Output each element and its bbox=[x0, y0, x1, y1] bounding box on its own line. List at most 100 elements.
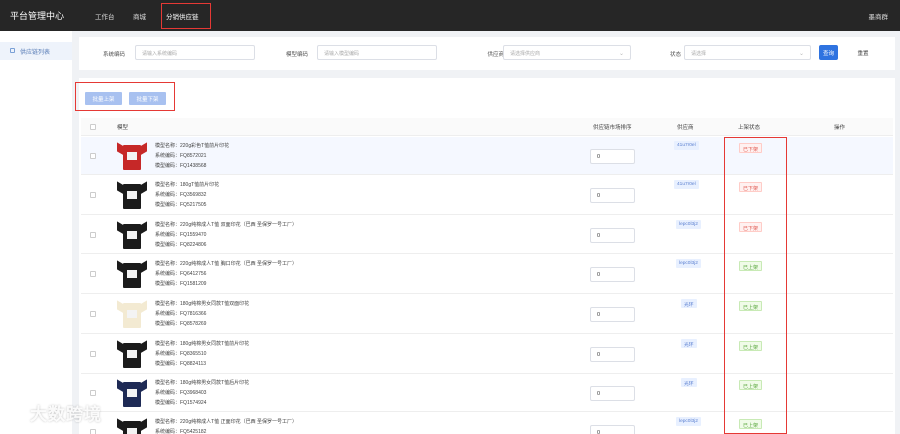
model-code-label: 模型编码 bbox=[285, 52, 308, 58]
row-checkbox[interactable] bbox=[90, 390, 96, 396]
supplier-label: 供应商 bbox=[487, 52, 504, 58]
system-code: 系统编码：FQ5425182 bbox=[155, 429, 207, 434]
tee-print bbox=[127, 389, 137, 397]
reset-button[interactable]: 重置 bbox=[853, 45, 873, 60]
status-label: 状态 bbox=[669, 52, 681, 58]
tee-print bbox=[127, 191, 137, 199]
nav-item-mall[interactable]: 商城 bbox=[133, 11, 146, 21]
sort-input[interactable]: 0 bbox=[590, 227, 635, 243]
model-info: 模型名称：220g彩色T恤前片印花 系统编码：FQ8572021 模型编码：FQ14… bbox=[155, 141, 229, 171]
model-code: 模型编码：FQ5217505 bbox=[155, 202, 207, 208]
supplier-tag: 光环 bbox=[681, 299, 697, 308]
system-code: 系统编码：FQ7816366 bbox=[155, 311, 207, 317]
model-info: 模型名称：220g纯棉成人T恤 正面印花（巴西 圣保罗一号工厂） 系统编码：FQ5… bbox=[155, 417, 297, 434]
model-code-input[interactable]: 请输入模型编码 bbox=[317, 45, 437, 60]
sort-input[interactable]: 0 bbox=[590, 267, 635, 282]
status-select[interactable]: 请选择 ⌄ bbox=[684, 45, 811, 60]
model-info: 模型名称：180gT恤前片印花 系统编码：FQ3569832 模型编码：FQ5217… bbox=[155, 180, 219, 210]
row-checkbox[interactable] bbox=[90, 311, 96, 317]
system-code: 系统编码：FQ8572021 bbox=[155, 153, 207, 159]
query-button[interactable]: 查询 bbox=[819, 45, 838, 60]
status-placeholder: 请选择 bbox=[691, 51, 707, 57]
user-name[interactable]: 墨商群 bbox=[869, 11, 889, 21]
model-name: 模型名称：180g纯棉男女同款T恤后片印花 bbox=[155, 380, 250, 386]
row-checkbox[interactable] bbox=[90, 231, 96, 238]
batch-on-button[interactable]: 批量上架 bbox=[85, 92, 122, 105]
product-thumbnail bbox=[117, 181, 147, 209]
row-checkbox[interactable] bbox=[90, 192, 96, 198]
supplier-tag: 41u7r0el bbox=[674, 141, 699, 150]
product-thumbnail bbox=[117, 300, 147, 328]
supplier-tag: lepc0l3j2 bbox=[676, 219, 701, 229]
tee-print bbox=[127, 270, 137, 278]
table-header: 模型 供应链市场排序 供应商 上架状态 操作 bbox=[81, 118, 893, 136]
model-name: 模型名称：220g纯棉成人T恤 胸口印花（巴西 圣保罗一号工厂） bbox=[155, 261, 297, 267]
watermark-logo-icon bbox=[6, 406, 26, 422]
col-model: 模型 bbox=[117, 125, 129, 131]
sidebar-item-label: 供应链列表 bbox=[20, 50, 51, 56]
model-code: 模型编码：FQ1574924 bbox=[155, 400, 207, 406]
product-thumbnail bbox=[117, 340, 147, 368]
product-thumbnail bbox=[117, 220, 147, 249]
row-checkbox[interactable] bbox=[90, 351, 96, 357]
top-bar: 平台管理中心 工作台 商城 分销供应链 墨商群 bbox=[0, 0, 900, 31]
row-checkbox[interactable] bbox=[90, 429, 96, 434]
row-checkbox[interactable] bbox=[90, 271, 96, 277]
supplier-tag: lepc0l3j2 bbox=[676, 417, 701, 426]
sidebar-item-supply-list[interactable]: 供应链列表 bbox=[0, 42, 72, 60]
tee-print bbox=[127, 310, 137, 318]
supplier-tag: 光环 bbox=[681, 378, 697, 387]
system-code: 系统编码：FQ1559470 bbox=[155, 231, 207, 238]
model-name: 模型名称：220g彩色T恤前片印花 bbox=[155, 143, 230, 149]
model-name: 模型名称：180g纯棉男女同款T恤前片印花 bbox=[155, 341, 250, 347]
system-code: 系统编码：FQ6412756 bbox=[155, 271, 207, 277]
model-code: 模型编码：FQ8824113 bbox=[155, 361, 207, 367]
model-code: 模型编码：FQ8578269 bbox=[155, 321, 207, 327]
batch-off-button[interactable]: 批量下架 bbox=[129, 92, 166, 105]
supplier-select[interactable]: 请选择供应商 ⌄ bbox=[503, 45, 631, 60]
supplier-tag: lepc0l3j2 bbox=[676, 259, 701, 268]
product-thumbnail bbox=[117, 418, 147, 434]
col-status: 上架状态 bbox=[738, 125, 761, 131]
row-checkbox[interactable] bbox=[90, 153, 96, 159]
system-code: 系统编码：FQ8365510 bbox=[155, 351, 207, 357]
model-name: 模型名称：180gT恤前片印花 bbox=[155, 182, 220, 188]
model-name: 模型名称：220g纯棉成人T恤 正面印花（巴西 圣保罗一号工厂） bbox=[155, 419, 297, 425]
model-code: 模型编码：FQ1581209 bbox=[155, 281, 207, 287]
app-title: 平台管理中心 bbox=[10, 11, 65, 21]
model-info: 模型名称：180g纯棉男女同款T恤后片印花 系统编码：FQ3968403 模型编码：… bbox=[155, 378, 249, 408]
sort-input[interactable]: 0 bbox=[590, 386, 635, 401]
sort-input[interactable]: 0 bbox=[590, 347, 635, 362]
watermark-text: 大数跨境 bbox=[30, 405, 102, 424]
product-thumbnail bbox=[117, 379, 147, 407]
sort-input[interactable]: 0 bbox=[590, 149, 635, 164]
model-name: 模型名称：220g纯棉成人T恤 双面印花（巴西 圣保罗一号工厂） bbox=[155, 221, 297, 228]
tee-print bbox=[127, 230, 137, 239]
sort-input[interactable]: 0 bbox=[590, 425, 635, 434]
status-column-highlight-box bbox=[724, 137, 787, 434]
model-code: 模型编码：FQ1438568 bbox=[155, 163, 207, 169]
sidebar: 供应链列表 bbox=[0, 31, 72, 434]
system-code: 系统编码：FQ3569832 bbox=[155, 192, 207, 198]
sys-code-input[interactable]: 请输入系统编码 bbox=[135, 45, 255, 60]
tee-print bbox=[127, 350, 137, 358]
supplier-tag: 41u7r0el bbox=[674, 180, 699, 189]
nav-item-workbench[interactable]: 工作台 bbox=[95, 11, 115, 21]
product-thumbnail bbox=[117, 142, 147, 170]
col-supplier: 供应商 bbox=[677, 125, 694, 131]
sort-input[interactable]: 0 bbox=[590, 307, 635, 322]
sort-input[interactable]: 0 bbox=[590, 188, 635, 203]
tee-print bbox=[127, 428, 137, 434]
tee-print bbox=[127, 152, 137, 160]
select-all-checkbox[interactable] bbox=[90, 124, 96, 130]
model-info: 模型名称：180g纯棉男女同款T恤双面印花 系统编码：FQ7816366 模型编码：… bbox=[155, 299, 249, 329]
system-code: 系统编码：FQ3968403 bbox=[155, 390, 207, 396]
col-sort: 供应链市场排序 bbox=[593, 125, 632, 131]
nav-highlight-box bbox=[161, 3, 211, 29]
chevron-down-icon: ⌄ bbox=[618, 51, 624, 57]
supplier-tag: 光环 bbox=[681, 339, 697, 348]
list-icon bbox=[10, 48, 15, 53]
supplier-placeholder: 请选择供应商 bbox=[510, 51, 541, 57]
filter-bar: 系统编码 请输入系统编码 模型编码 请输入模型编码 供应商 请选择供应商 ⌄ 状… bbox=[79, 37, 895, 70]
list-panel: 批量上架 批量下架 模型 供应链市场排序 供应商 上架状态 操作 模型名称：22… bbox=[75, 78, 895, 434]
